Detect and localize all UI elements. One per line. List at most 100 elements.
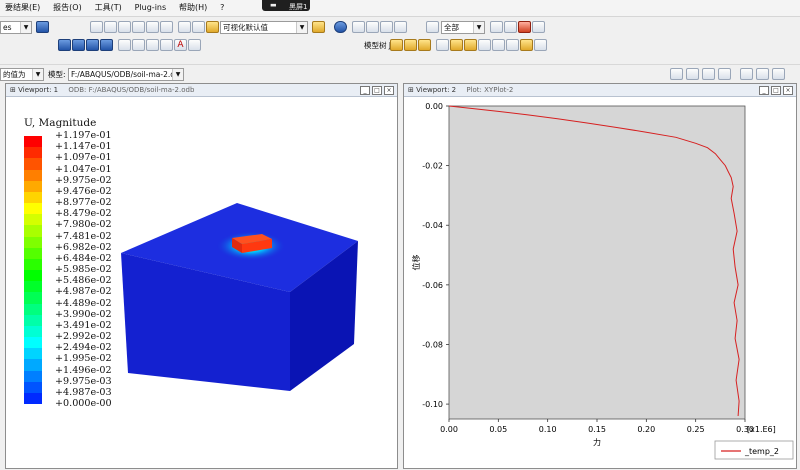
legend-title: U, Magnitude <box>24 117 97 129</box>
list-icon[interactable] <box>192 21 205 33</box>
minimize-button[interactable]: _ <box>759 86 769 95</box>
zoom-box-icon[interactable] <box>132 21 145 33</box>
camera-icon[interactable] <box>118 39 131 51</box>
render-style-combo[interactable]: 可视化默认值 ▼ <box>220 21 308 34</box>
legend-color-band <box>24 247 42 260</box>
minimize-button[interactable]: _ <box>360 86 370 95</box>
next-frame-icon[interactable] <box>702 68 715 80</box>
fit-view-icon[interactable] <box>146 21 159 33</box>
legend-value-label: +5.985e-02 <box>55 264 112 275</box>
menu-item-report[interactable]: 报告(O) <box>48 0 87 16</box>
select-circle-icon[interactable] <box>504 21 517 33</box>
previous-frame-icon[interactable] <box>366 21 379 33</box>
line-annotation-icon[interactable] <box>160 39 173 51</box>
capture-icon[interactable] <box>772 68 785 80</box>
close-button[interactable]: × <box>384 86 394 95</box>
first-frame-icon[interactable] <box>670 68 683 80</box>
next-frame-icon[interactable] <box>380 21 393 33</box>
maximize-button[interactable]: □ <box>372 86 382 95</box>
first-frame-icon[interactable] <box>352 21 365 33</box>
back-view-icon[interactable] <box>418 39 431 51</box>
arrow-annotation-icon[interactable] <box>188 39 201 51</box>
menu-item-plugins[interactable]: Plug-ins <box>130 0 172 16</box>
last-frame-icon[interactable] <box>718 68 731 80</box>
x-tick-label: 0.05 <box>489 425 507 434</box>
wireframe-icon[interactable] <box>58 39 71 51</box>
undo-view-icon[interactable] <box>492 39 505 51</box>
legend-color-band <box>24 180 42 193</box>
legend-value-label: +1.097e-01 <box>55 152 112 164</box>
text-annotation-icon[interactable]: A <box>174 39 187 51</box>
chevron-down-icon: ▼ <box>296 22 307 33</box>
refresh-icon[interactable] <box>36 21 49 33</box>
shaded-icon[interactable] <box>100 39 113 51</box>
legend-value-label: +6.982e-02 <box>55 241 112 253</box>
display-group-icon[interactable] <box>534 39 547 51</box>
close-button[interactable]: × <box>783 86 793 95</box>
perspective-icon[interactable] <box>132 39 145 51</box>
legend-value-label: +1.197e-01 <box>55 130 112 141</box>
auto-fit-icon[interactable] <box>160 21 173 33</box>
legend-color-band <box>24 147 42 159</box>
contour-legend-bar <box>24 136 42 405</box>
chevron-down-icon: ▼ <box>473 22 484 33</box>
soil-model-3d[interactable] <box>110 190 370 400</box>
module-combo[interactable]: es ▼ <box>0 21 32 34</box>
movie-icon[interactable] <box>756 68 769 80</box>
last-frame-icon[interactable] <box>394 21 407 33</box>
front-view-icon[interactable] <box>404 39 417 51</box>
plot-area <box>448 105 746 420</box>
palette-icon[interactable] <box>206 21 219 33</box>
hidden-line-icon[interactable] <box>72 39 85 51</box>
maximize-button[interactable]: □ <box>771 86 781 95</box>
select-from-list-icon[interactable] <box>532 21 545 33</box>
x-tick-label: 0.20 <box>637 425 655 434</box>
menu-item-tools[interactable]: 工具(T) <box>90 0 127 16</box>
floating-window-bar[interactable]: ▬ 黑屏1 <box>262 0 310 11</box>
menu-item-results[interactable]: 要结果(E) <box>0 0 45 16</box>
menu-item-help[interactable]: 帮助(H) <box>174 0 212 16</box>
legend-value-label: +6.484e-02 <box>55 252 112 264</box>
legend-color-band <box>24 381 42 394</box>
visibility-icon[interactable] <box>436 39 449 51</box>
replace-icon[interactable] <box>520 39 533 51</box>
menu-item-whats-this[interactable]: ? <box>215 0 229 16</box>
minimize-glyph: ▬ <box>270 1 277 9</box>
pan-icon[interactable] <box>90 21 103 33</box>
select-polygon-icon[interactable] <box>518 21 531 33</box>
legend-color-band <box>24 359 42 371</box>
legend-color-band <box>24 236 42 249</box>
view-cube-icon[interactable] <box>312 21 325 33</box>
y-tick-label: -0.02 <box>422 162 443 171</box>
xy-plot[interactable]: 0.00 -0.02 -0.04 -0.06 -0.08 -0.10 0.00 0.05 0.… <box>403 95 797 469</box>
legend-color-band <box>24 258 42 271</box>
legend-value-label: +1.047e-01 <box>55 163 112 175</box>
select-cursor-icon[interactable] <box>426 21 439 33</box>
info-icon[interactable] <box>334 21 347 33</box>
cycle-views-icon[interactable] <box>146 39 159 51</box>
model-path-combo[interactable]: F:/ABAQUS/ODB/soil-ma-2.odb ▼ <box>68 68 184 81</box>
redo-view-icon[interactable] <box>506 39 519 51</box>
legend-value-label: +4.987e-03 <box>55 386 112 398</box>
magnify-icon[interactable] <box>118 21 131 33</box>
selection-combo[interactable]: 全部 ▼ <box>441 21 485 34</box>
y-tick-label: -0.08 <box>422 340 443 349</box>
select-box-icon[interactable] <box>490 21 503 33</box>
legend-value-label: +0.000e-00 <box>55 398 112 409</box>
legend-value-label: +2.494e-02 <box>55 342 112 354</box>
legend-color-band <box>24 225 42 237</box>
show-all-icon[interactable] <box>450 39 463 51</box>
previous-frame-icon[interactable] <box>686 68 699 80</box>
rotate-icon[interactable] <box>104 21 117 33</box>
legend-color-band <box>24 203 42 215</box>
hide-icon[interactable] <box>464 39 477 51</box>
remove-icon[interactable] <box>478 39 491 51</box>
render-options-icon[interactable] <box>178 21 191 33</box>
filled-icon[interactable] <box>86 39 99 51</box>
legend-color-band <box>24 136 42 148</box>
legend-color-band <box>24 292 42 304</box>
frame-settings-icon[interactable] <box>740 68 753 80</box>
context-combo[interactable]: 的值为 ▼ <box>0 68 44 81</box>
iso-view-icon[interactable] <box>390 39 403 51</box>
x-axis-ticks: 0.00 0.05 0.10 0.15 0.20 0.25 0.30 <box>440 419 754 434</box>
